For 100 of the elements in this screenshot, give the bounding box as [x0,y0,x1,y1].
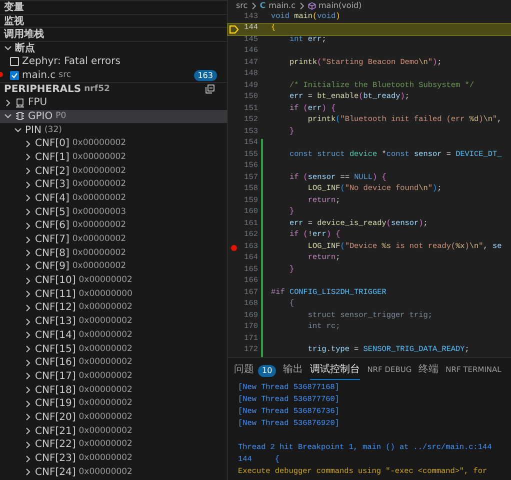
panel-tab[interactable]: 问题 [234,362,254,380]
section-header[interactable]: 变量 [4,0,24,14]
panel-tab[interactable]: 调试控制台 [310,362,360,380]
panel-tab[interactable]: 终端 [418,362,439,380]
tree-row[interactable]: CNF[15] 0x00000002 [0,342,227,356]
register-value: 0x00000002 [78,342,132,356]
register-name: CNF[20] [35,410,76,424]
peripheral-name: GPIO [28,110,53,123]
line-count-badge: 163 [194,70,217,81]
tree-row[interactable]: CNF[10] 0x00000002 [0,274,227,288]
register-value: 0x00000002 [78,452,132,466]
breadcrumb-item[interactable]: main.c [268,0,296,12]
checkbox[interactable] [10,57,19,66]
tree-row[interactable]: CNF[21] 0x00000002 [0,424,227,438]
register-value: 0x00000002 [72,137,126,150]
register-name: CNF[2] [35,164,70,178]
tree-row[interactable]: CNF[12] 0x00000002 [0,301,227,315]
section-header[interactable]: 调用堆栈 [4,28,44,42]
chevron-right-icon [298,2,304,10]
tree-row[interactable]: CNF[3] 0x00000002 [0,178,227,192]
tree-row[interactable]: CNF[24] 0x00000002 [0,465,227,480]
tree-row[interactable]: CNF[5] 0x00000003 [0,205,227,219]
register-value: 0x00000002 [72,150,126,164]
register-value: 0x00000002 [78,274,132,288]
register-value: 0x00000002 [78,301,132,314]
register-value: 0x00000002 [72,246,126,260]
pins-icon [15,111,25,122]
collapse-all-icon [205,84,215,94]
register-name: CNF[21] [35,424,76,438]
chip-icon [15,98,25,108]
register-name: CNF[11] [35,288,76,301]
register-value: 0x00000002 [78,424,132,438]
breakpoint-path: src [58,68,72,82]
register-value: 0x00000002 [72,260,126,274]
register-name: CNF[15] [35,342,76,356]
register-name: CNF[23] [35,452,76,466]
tree-row[interactable]: CNF[22] 0x00000002 [0,438,227,452]
register-name: CNF[16] [35,356,76,370]
tree-row[interactable]: CNF[18] 0x00000002 [0,383,227,397]
tree-row[interactable]: CNF[16] 0x00000002 [0,356,227,370]
register-value: 0x00000002 [78,328,132,342]
breakpoint-label: main.c [22,68,56,82]
register-value: 0x00000002 [72,233,126,246]
breadcrumb-item[interactable]: src [236,0,248,12]
register-name: CNF[22] [35,438,76,452]
tree-row[interactable]: CNF[0] 0x00000002 [0,136,227,151]
tree-row[interactable]: CNF[4] 0x00000002 [0,192,227,206]
tree-row[interactable]: CNF[14] 0x00000002 [0,328,227,342]
register-value: 0x00000002 [78,384,132,397]
register-name: CNF[8] [35,246,70,260]
register-value: 0x00000002 [78,438,132,452]
register-name: CNF[9] [35,260,70,274]
peripheral-name: PIN [25,124,42,137]
tree-row[interactable]: CNF[8] 0x00000002 [0,246,227,260]
register-name: CNF[18] [35,384,76,397]
chevron-right-icon [250,2,257,10]
tree-row[interactable]: CNF[2] 0x00000002 [0,164,227,178]
peripheral-name: FPU [28,96,48,110]
register-value: 0x00000003 [72,206,126,219]
panel-tab[interactable]: 输出 [283,362,304,380]
section-header[interactable]: PERIPHERALS [4,82,82,96]
register-name: CNF[0] [35,137,70,150]
tree-row[interactable]: FPU [0,96,227,110]
breadcrumb-item[interactable]: main(void) [318,0,362,12]
register-name: CNF[12] [35,301,76,314]
register-value: 0x00000002 [78,397,132,410]
breakpoint-label: Zephyr: Fatal errors [22,55,120,68]
tree-row[interactable]: CNF[11] 0x00000000 [0,287,227,302]
tree-row[interactable]: CNF[7] 0x00000002 [0,232,227,246]
tree-row[interactable]: CNF[19] 0x00000002 [0,396,227,411]
register-name: CNF[3] [35,178,70,192]
tree-row[interactable]: PIN (32) [0,123,227,137]
section-header[interactable]: 监视 [4,14,24,28]
register-name: CNF[14] [35,328,76,342]
tree-row[interactable]: CNF[6] 0x00000002 [0,219,227,233]
register-value: 0x00000002 [78,356,132,370]
register-name: CNF[13] [35,315,76,328]
register-name: CNF[1] [35,150,70,164]
problem-count-badge: 10 [258,365,276,377]
tree-row[interactable]: CNF[23] 0x00000002 [0,452,227,466]
tree-row[interactable]: CNF[13] 0x00000002 [0,314,227,328]
register-name: CNF[17] [35,370,76,383]
register-value: 0x00000002 [78,466,132,479]
register-name: CNF[19] [35,397,76,410]
register-value: 0x00000002 [72,164,126,178]
tree-row[interactable]: CNF[9] 0x00000002 [0,260,227,274]
register-value: 0x00000000 [78,288,132,301]
register-name: CNF[24] [35,466,76,479]
register-value: 0x00000002 [78,370,132,383]
tree-row[interactable]: CNF[17] 0x00000002 [0,370,227,384]
c-file-icon: C [260,0,266,12]
tree-row[interactable]: GPIO P0 [0,110,227,124]
register-name: CNF[4] [35,192,70,205]
tree-row[interactable]: CNF[1] 0x00000002 [0,150,227,164]
section-header[interactable]: 断点 [15,42,35,55]
tree-row[interactable]: CNF[20] 0x00000002 [0,410,227,424]
register-name: CNF[10] [35,274,76,288]
checkbox[interactable] [10,70,19,80]
register-value: 0x00000002 [78,410,132,424]
register-name: CNF[5] [35,206,70,219]
